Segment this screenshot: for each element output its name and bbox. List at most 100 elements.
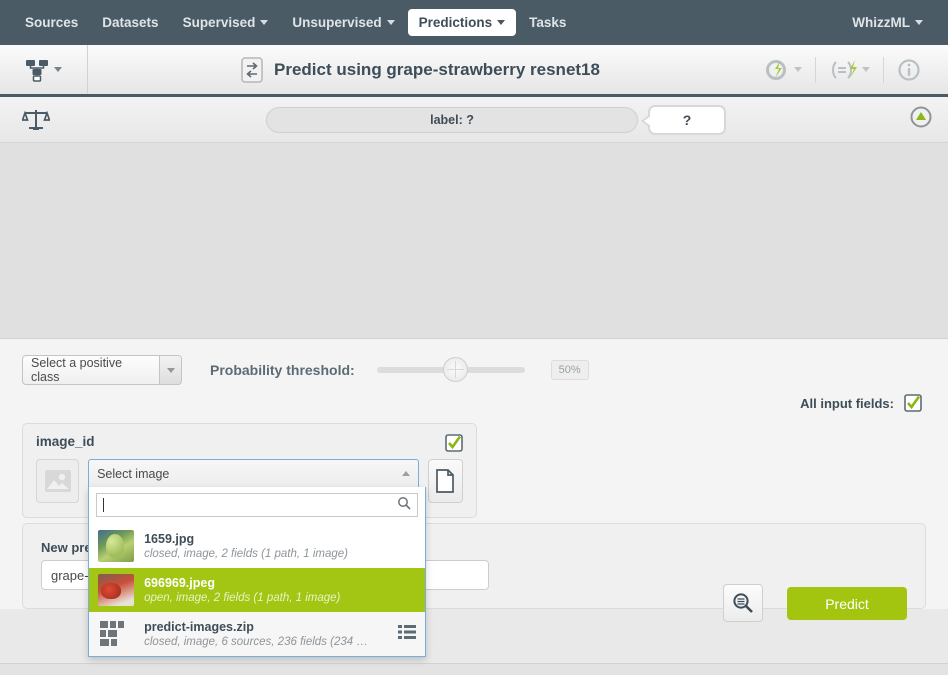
all-input-fields-checkbox[interactable]: [904, 394, 922, 412]
chevron-down-icon: [386, 20, 395, 25]
list-item[interactable]: predict-images.zip closed, image, 6 sour…: [89, 612, 426, 656]
nav-item-unsupervised[interactable]: Unsupervised: [281, 9, 405, 36]
document-icon: [436, 469, 455, 493]
cloud-lightning-icon: [766, 59, 786, 80]
nav-item-label: Predictions: [418, 15, 493, 30]
list-item-text: 1659.jpg closed, image, 2 fields (1 path…: [144, 532, 348, 560]
nav-right: WhizzML: [841, 9, 934, 36]
nav-item-datasets[interactable]: Datasets: [91, 9, 169, 36]
prediction-controls: Select a positive class Probability thre…: [0, 339, 948, 423]
page-title-bar: Predict using grape-strawberry resnet18: [0, 45, 948, 97]
nav-item-label: Datasets: [102, 15, 159, 30]
image-select-panel: 1659.jpg closed, image, 2 fields (1 path…: [88, 487, 427, 657]
nav-item-label: Tasks: [529, 15, 567, 30]
collapse-circle-icon: [910, 106, 932, 128]
positive-class-value: Select a positive class: [31, 356, 123, 384]
prediction-chart-placeholder: [0, 143, 948, 430]
main-nav: Sources Datasets Supervised Unsupervised…: [14, 9, 577, 36]
prediction-form: image_id Select image 1659.jpg closed, i…: [0, 423, 948, 657]
threshold-value: 50%: [550, 360, 589, 380]
positive-class-toggle[interactable]: [159, 356, 181, 384]
footer-strip: [0, 663, 948, 675]
field-name: image_id: [36, 434, 95, 449]
predict-button-label: Predict: [825, 595, 869, 612]
model-tree-icon: [26, 59, 48, 82]
preview-search-icon: [733, 593, 753, 613]
nav-item-label: Unsupervised: [292, 15, 382, 30]
balance-scale-button[interactable]: [16, 107, 56, 133]
chevron-down-icon: [497, 20, 506, 25]
list-item[interactable]: 1659.jpg closed, image, 2 fields (1 path…: [89, 524, 426, 568]
threshold-row: Select a positive class Probability thre…: [22, 355, 926, 385]
slider-knob[interactable]: [442, 357, 468, 382]
nav-item-tasks[interactable]: Tasks: [518, 9, 577, 36]
prediction-value-text: ?: [682, 111, 692, 128]
image-select-header[interactable]: Select image: [88, 459, 419, 487]
list-item-meta: closed, image, 2 fields (1 path, 1 image…: [144, 548, 349, 560]
objective-label-bar: label: ? ?: [0, 97, 948, 143]
chevron-down-icon: [915, 20, 923, 25]
page-title-text: Predict using grape-strawberry resnet18: [274, 59, 600, 79]
list-item-name: 696969.jpeg: [144, 576, 215, 590]
image-placeholder-icon: [44, 470, 71, 492]
collapse-panel-button[interactable]: [910, 106, 932, 133]
image-select-value: Select image: [97, 466, 170, 481]
page-title: Predict using grape-strawberry resnet18: [88, 56, 752, 83]
field-card-image-id: image_id Select image 1659.jpg closed, i…: [22, 423, 477, 657]
batch-prediction-menu[interactable]: [815, 56, 883, 83]
positive-class-select[interactable]: Select a positive class: [22, 355, 182, 385]
nav-item-label: WhizzML: [852, 15, 910, 30]
list-item-name: predict-images.zip: [144, 620, 254, 634]
list-item-name: 1659.jpg: [144, 532, 195, 546]
strawberry-thumbnail: [98, 574, 135, 606]
all-input-fields-label: All input fields:: [800, 395, 894, 411]
upload-document-button[interactable]: [427, 459, 464, 503]
predict-button[interactable]: Predict: [787, 587, 907, 620]
title-bar-actions: [752, 45, 948, 94]
nav-item-label: Sources: [25, 15, 79, 30]
list-item[interactable]: 696969.jpeg open, image, 2 fields (1 pat…: [89, 568, 426, 612]
threshold-label: Probability threshold:: [210, 362, 355, 378]
list-icon[interactable]: [398, 624, 417, 645]
chevron-down-icon: [862, 67, 870, 72]
search-icon: [397, 496, 411, 515]
text-cursor: [103, 498, 105, 512]
preview-search-button[interactable]: [723, 584, 763, 622]
balance-scale-icon: [22, 109, 50, 130]
nav-item-label: Supervised: [182, 15, 256, 30]
objective-label-text: label: ?: [430, 112, 474, 127]
chevron-down-icon: [166, 367, 175, 373]
chevron-down-icon: [794, 67, 802, 72]
top-navigation-bar: Sources Datasets Supervised Unsupervised…: [0, 0, 948, 45]
nav-item-whizzml[interactable]: WhizzML: [841, 9, 934, 36]
list-item-text: 696969.jpeg open, image, 2 fields (1 pat…: [144, 576, 340, 604]
info-icon: [898, 58, 920, 81]
nav-item-sources[interactable]: Sources: [14, 9, 89, 36]
chevron-up-icon: [401, 471, 410, 476]
dropdown-search-row: [89, 487, 426, 524]
list-item-meta: open, image, 2 fields (1 path, 1 image): [144, 592, 341, 604]
field-enabled-checkbox[interactable]: [445, 434, 463, 457]
image-select-dropdown: Select image 1659.jpg closed, image, 2 f…: [88, 459, 427, 657]
probability-threshold-slider[interactable]: [376, 357, 525, 382]
nav-item-supervised[interactable]: Supervised: [172, 9, 280, 36]
info-button[interactable]: [883, 56, 934, 83]
equation-lightning-icon: [832, 59, 857, 79]
all-input-fields-row: All input fields:: [800, 394, 922, 412]
list-item-meta: closed, image, 6 sources, 236 fields (23…: [144, 636, 368, 648]
cloud-lightning-menu[interactable]: [752, 57, 815, 83]
image-preview: [36, 459, 80, 503]
prediction-icon: [241, 56, 263, 83]
image-search-input[interactable]: [96, 493, 419, 517]
chevron-down-icon: [260, 20, 269, 25]
list-item-text: predict-images.zip closed, image, 6 sour…: [144, 620, 368, 648]
checkbox-checked-icon: [445, 434, 463, 452]
composite-source-icon: [98, 618, 134, 650]
field-input-row: Select image 1659.jpg closed, image, 2 f…: [36, 459, 464, 657]
grape-thumbnail: [98, 530, 135, 562]
objective-label-pill[interactable]: label: ?: [266, 106, 638, 133]
chevron-down-icon: [54, 67, 62, 72]
prediction-value-callout[interactable]: ?: [641, 104, 726, 135]
model-tree-menu[interactable]: [0, 45, 88, 94]
nav-item-predictions[interactable]: Predictions: [407, 9, 517, 36]
